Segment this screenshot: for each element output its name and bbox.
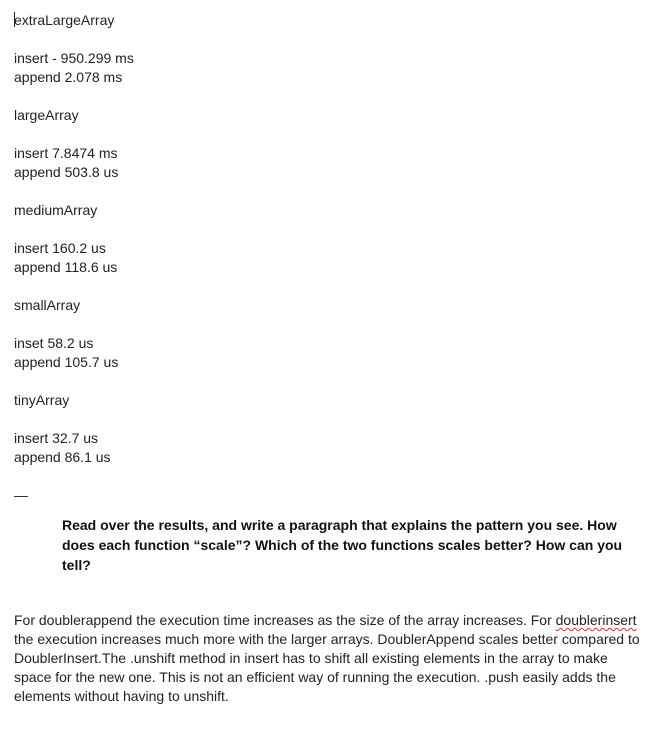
- question-prompt: Read over the results, and write a parag…: [62, 517, 623, 573]
- section-heading-tiny: tinyArray: [14, 392, 70, 408]
- section-heading-small: smallArray: [14, 297, 81, 313]
- result-insert-tiny: insert 32.7 us: [14, 430, 99, 446]
- result-insert-extralarge: insert - 950.299 ms: [14, 50, 134, 66]
- section-heading-large: largeArray: [14, 107, 79, 123]
- misspelled-word[interactable]: doublerinsert: [556, 612, 637, 628]
- result-insert-small: inset 58.2 us: [14, 335, 94, 351]
- result-insert-large: insert 7.8474 ms: [14, 145, 118, 161]
- answer-text-part1: For doublerappend the execution time inc…: [14, 612, 556, 628]
- result-append-medium: append 118.6 us: [14, 259, 118, 275]
- result-insert-medium: insert 160.2 us: [14, 240, 106, 256]
- result-append-small: append 105.7 us: [14, 354, 119, 370]
- result-append-extralarge: append 2.078 ms: [14, 69, 123, 85]
- section-heading-medium: mediumArray: [14, 202, 98, 218]
- section-heading-extralarge: extraLargeArray: [14, 0, 654, 30]
- separator-dash: —: [14, 487, 28, 503]
- section-title: extraLargeArray: [14, 12, 115, 28]
- document-body[interactable]: extraLargeArray insert - 950.299 ms appe…: [14, 0, 654, 706]
- answer-text-part2: the execution increases much more with t…: [14, 631, 640, 704]
- result-append-tiny: append 86.1 us: [14, 449, 111, 465]
- result-append-large: append 503.8 us: [14, 164, 119, 180]
- answer-paragraph: For doublerappend the execution time inc…: [14, 611, 644, 706]
